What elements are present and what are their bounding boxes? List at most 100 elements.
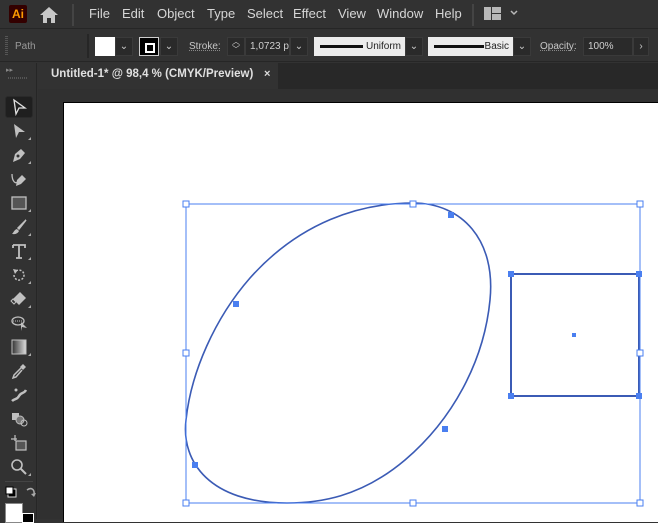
close-icon[interactable]: × [264, 63, 270, 85]
opacity-input[interactable]: 100% [583, 37, 633, 56]
control-bar: Path ⌄ ⌄ Stroke: ︿ ﹀ 1,0723 pt ⌄ Uniform … [0, 30, 658, 62]
opacity-expand-button[interactable]: › [633, 37, 649, 56]
stroke-label[interactable]: Stroke: [189, 41, 221, 52]
artboard-tool[interactable] [5, 432, 33, 454]
menu-view[interactable]: View [338, 6, 366, 21]
gradient-tool[interactable] [5, 336, 33, 358]
bbox-handle-middle-right[interactable] [636, 349, 644, 357]
variable-width-profile[interactable]: Uniform [314, 37, 405, 56]
anchor-point[interactable] [636, 271, 642, 277]
flyout-indicator [28, 209, 31, 212]
menu-help[interactable]: Help [435, 6, 462, 21]
fill-dropdown[interactable]: ⌄ [115, 37, 133, 56]
menu-select[interactable]: Select [247, 6, 283, 21]
flyout-indicator [28, 257, 31, 260]
menu-type[interactable]: Type [207, 6, 235, 21]
zoom-tool[interactable] [5, 456, 33, 478]
menu-file[interactable]: File [89, 6, 110, 21]
magnifier-icon [11, 459, 27, 475]
bbox-handle-top-left[interactable] [182, 200, 190, 208]
eyedropper-tool[interactable] [5, 360, 33, 382]
lasso-icon [11, 316, 27, 331]
puppet-warp-tool[interactable] [5, 384, 33, 406]
swap-fill-stroke-icon[interactable] [25, 486, 37, 498]
anchor-point[interactable] [636, 393, 642, 399]
rectangle-icon [11, 196, 27, 210]
stroke-weight-dropdown[interactable]: ⌄ [290, 37, 308, 56]
anchor-point[interactable] [192, 462, 198, 468]
rotate-icon [13, 269, 25, 281]
brush-dropdown[interactable]: ⌄ [513, 37, 531, 56]
document-tab[interactable]: Untitled-1* @ 98,4 % (CMYK/Preview) × [42, 63, 278, 89]
pen-icon [13, 149, 25, 162]
home-icon[interactable] [39, 6, 59, 24]
chevron-down-icon: ⌄ [294, 41, 304, 52]
fill-color-swatch[interactable] [95, 37, 115, 56]
center-point[interactable] [572, 333, 576, 337]
selection-type-label: Path [15, 41, 36, 52]
pen-tool[interactable] [5, 144, 33, 166]
artboard[interactable] [63, 102, 658, 522]
document-tab-title: Untitled-1* @ 98,4 % (CMYK/Preview) [51, 68, 254, 80]
bbox-handle-top-right[interactable] [636, 200, 644, 208]
stroke-color-swatch[interactable] [139, 37, 159, 56]
menu-window[interactable]: Window [377, 6, 423, 21]
rectangle-tool[interactable] [5, 192, 33, 214]
separator [87, 34, 89, 58]
bbox-handle-bottom-center[interactable] [409, 499, 417, 507]
shape-builder-tool[interactable] [5, 408, 33, 430]
anchor-point[interactable] [233, 301, 239, 307]
type-icon [12, 244, 26, 259]
flyout-indicator [28, 233, 31, 236]
eraser-tool[interactable] [5, 288, 33, 310]
flyout-indicator [28, 473, 31, 476]
selection-tool[interactable] [5, 96, 33, 118]
shape-builder-icon [12, 413, 28, 427]
rotate-tool[interactable] [5, 264, 33, 286]
artboard-icon [11, 435, 27, 451]
type-tool[interactable] [5, 240, 33, 262]
anchor-point[interactable] [508, 393, 514, 399]
fill-swatch[interactable] [5, 503, 23, 523]
workspace-layout-icon[interactable] [484, 6, 524, 22]
chevron-down-icon[interactable]: ﹀ [228, 46, 244, 54]
chevron-right-icon: › [639, 41, 643, 52]
lasso-tool[interactable] [5, 312, 33, 334]
anchor-point[interactable] [448, 212, 454, 218]
anchor-point[interactable] [508, 271, 514, 277]
chevron-down-icon: ⌄ [119, 41, 129, 52]
bbox-handle-top-center[interactable] [409, 200, 417, 208]
profile-dropdown[interactable]: ⌄ [405, 37, 423, 56]
menu-edit[interactable]: Edit [122, 6, 144, 21]
stroke-weight-input[interactable]: 1,0723 pt [245, 37, 290, 56]
panel-grip[interactable] [5, 36, 8, 56]
stroke-weight-stepper[interactable]: ︿ ﹀ [227, 37, 245, 56]
puppet-warp-icon [11, 388, 28, 402]
panel-grip[interactable] [8, 77, 28, 79]
paintbrush-tool[interactable] [5, 216, 33, 238]
opacity-label[interactable]: Opacity: [540, 41, 577, 52]
tools-panel: ▸▸ [0, 63, 37, 523]
brush-definition[interactable]: Basic [428, 37, 513, 56]
bbox-handle-middle-left[interactable] [182, 349, 190, 357]
anchor-point[interactable] [442, 426, 448, 432]
default-fill-stroke-icon[interactable] [5, 486, 17, 498]
brush-label: Basic [484, 41, 509, 52]
bbox-handle-bottom-right[interactable] [636, 499, 644, 507]
menu-separator [72, 4, 74, 26]
menu-bar: Ai File Edit Object Type Select Effect V… [0, 0, 658, 29]
chevron-down-icon: ⌄ [517, 41, 527, 52]
curvature-tool[interactable] [5, 168, 33, 190]
bbox-handle-bottom-left[interactable] [182, 499, 190, 507]
paintbrush-icon [12, 219, 27, 235]
chevron-down-icon: ⌄ [164, 41, 174, 52]
menu-object[interactable]: Object [157, 6, 195, 21]
stroke-color-dropdown[interactable]: ⌄ [160, 37, 178, 56]
collapse-panel-icon[interactable]: ▸▸ [6, 66, 13, 74]
stroke-swatch[interactable] [22, 513, 34, 523]
document-tab-bar: Untitled-1* @ 98,4 % (CMYK/Preview) × [42, 63, 658, 89]
toolbar-divider [5, 481, 33, 482]
menu-effect[interactable]: Effect [293, 6, 326, 21]
direct-selection-tool[interactable] [5, 120, 33, 142]
brush-line-preview [434, 45, 484, 48]
